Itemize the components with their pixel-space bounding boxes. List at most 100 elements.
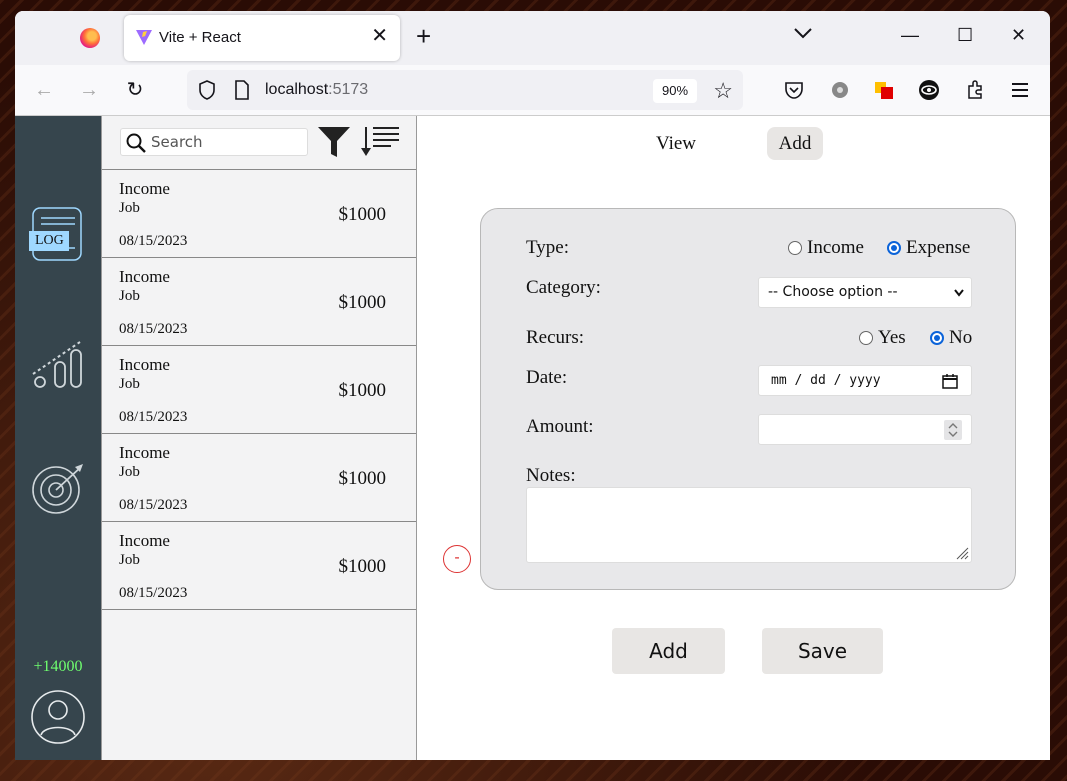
- transaction-amount: $1000: [338, 292, 387, 313]
- close-tab-icon[interactable]: ✕: [371, 26, 388, 46]
- pocket-icon[interactable]: [783, 79, 805, 101]
- transaction-category: Job: [119, 552, 140, 568]
- transaction-category: Job: [119, 288, 140, 304]
- amount-label: Amount:: [526, 416, 594, 437]
- transaction-category: Job: [119, 376, 140, 392]
- number-stepper-icon[interactable]: [944, 420, 962, 440]
- transaction-amount: $1000: [338, 556, 387, 577]
- sidebar-rail: LOG +14000: [15, 116, 101, 760]
- amount-input[interactable]: [758, 414, 972, 445]
- transaction-list-pane: Income Job $1000 08/15/2023 Income Job $…: [101, 116, 417, 760]
- date-label: Date:: [526, 367, 568, 388]
- add-button[interactable]: Add: [612, 628, 725, 674]
- type-expense-radio[interactable]: Expense: [887, 237, 970, 259]
- zoom-level[interactable]: 90%: [653, 79, 697, 103]
- transaction-amount: $1000: [338, 380, 387, 401]
- tab-add[interactable]: Add: [767, 127, 823, 160]
- user-avatar-icon[interactable]: [30, 689, 86, 745]
- transaction-amount: $1000: [338, 204, 387, 225]
- radio-indicator: [930, 331, 944, 345]
- extension-squares-icon[interactable]: [873, 79, 895, 101]
- navigation-bar: ← → ↻ localhost:5173 90% ☆: [15, 65, 1050, 116]
- app-root: LOG +14000 Search Income Job $1000 08/15…: [15, 116, 1050, 760]
- transaction-row[interactable]: Income Job $1000 08/15/2023: [102, 258, 416, 346]
- transaction-date: 08/15/2023: [119, 233, 188, 249]
- vite-icon: [136, 30, 152, 45]
- url-text[interactable]: localhost:5173: [265, 81, 368, 99]
- balance-total: +14000: [33, 658, 83, 675]
- recurs-no-radio[interactable]: No: [930, 327, 972, 349]
- resize-handle-icon[interactable]: [955, 546, 969, 560]
- radio-indicator: [859, 331, 873, 345]
- notes-textarea[interactable]: [526, 487, 972, 563]
- transaction-type: Income: [119, 443, 170, 462]
- radio-label: Income: [807, 237, 864, 258]
- date-input[interactable]: mm / dd / yyyy: [758, 365, 972, 396]
- type-income-radio[interactable]: Income: [788, 237, 864, 259]
- transaction-date: 08/15/2023: [119, 321, 188, 337]
- radio-label: Expense: [906, 237, 971, 258]
- transaction-date: 08/15/2023: [119, 409, 188, 425]
- shield-icon[interactable]: [198, 80, 216, 100]
- transaction-amount: $1000: [338, 468, 387, 489]
- menu-icon[interactable]: [1009, 79, 1031, 101]
- radio-label: No: [949, 327, 973, 348]
- transaction-date: 08/15/2023: [119, 585, 188, 601]
- add-transaction-form: Type: Income Expense Category: -- Choose…: [480, 208, 1016, 590]
- main-panel: View Add Type: Income Expense Category: …: [417, 116, 1050, 760]
- chevron-down-icon[interactable]: [793, 27, 813, 39]
- browser-tab[interactable]: Vite + React ✕: [124, 15, 400, 61]
- category-selected-value: -- Choose option --: [768, 284, 898, 300]
- forward-icon[interactable]: →: [78, 79, 100, 101]
- radio-indicator: [887, 241, 901, 255]
- list-header: [102, 116, 416, 170]
- date-placeholder: mm / dd / yyyy: [771, 373, 881, 388]
- transaction-row[interactable]: Income Job $1000 08/15/2023: [102, 522, 416, 610]
- new-tab-icon[interactable]: +: [416, 23, 431, 49]
- notes-label: Notes:: [526, 465, 576, 486]
- type-label: Type:: [526, 237, 569, 258]
- url-bar[interactable]: localhost:5173 90% ☆: [187, 70, 743, 110]
- tab-strip: Vite + React ✕ + — ☐ ✕: [15, 11, 1050, 65]
- search-input[interactable]: [151, 133, 301, 151]
- extensions-puzzle-icon[interactable]: [964, 79, 986, 101]
- transaction-date: 08/15/2023: [119, 497, 188, 513]
- transaction-category: Job: [119, 200, 140, 216]
- transaction-row[interactable]: Income Job $1000 08/15/2023: [102, 170, 416, 258]
- chevron-down-icon: [954, 289, 964, 297]
- radio-label: Yes: [878, 327, 906, 348]
- extension-gear-icon[interactable]: [829, 79, 851, 101]
- transaction-type: Income: [119, 531, 170, 550]
- goals-target-icon[interactable]: [31, 461, 85, 515]
- stats-chart-icon[interactable]: [30, 336, 86, 390]
- save-button[interactable]: Save: [762, 628, 883, 674]
- search-box[interactable]: [120, 128, 308, 156]
- recurs-label: Recurs:: [526, 327, 585, 348]
- browser-window: Vite + React ✕ + — ☐ ✕ ← → ↻ localhost:5…: [15, 11, 1050, 760]
- search-icon: [126, 133, 146, 153]
- calendar-icon[interactable]: [942, 373, 958, 389]
- remove-entry-button[interactable]: -: [443, 545, 471, 573]
- sort-icon[interactable]: [361, 124, 401, 158]
- reload-icon[interactable]: ↻: [124, 79, 146, 101]
- tab-title: Vite + React: [159, 29, 241, 46]
- transaction-type: Income: [119, 267, 170, 286]
- log-nav-button[interactable]: LOG: [29, 206, 85, 262]
- close-window-icon[interactable]: ✕: [1011, 25, 1026, 46]
- back-icon[interactable]: ←: [33, 79, 55, 101]
- maximize-icon[interactable]: ☐: [957, 25, 973, 46]
- log-label: LOG: [35, 233, 64, 248]
- minimize-icon[interactable]: —: [901, 25, 919, 46]
- radio-indicator: [788, 241, 802, 255]
- recurs-yes-radio[interactable]: Yes: [859, 327, 906, 349]
- page-icon[interactable]: [234, 80, 250, 100]
- bookmark-star-icon[interactable]: ☆: [713, 78, 733, 104]
- transaction-row[interactable]: Income Job $1000 08/15/2023: [102, 346, 416, 434]
- transaction-type: Income: [119, 355, 170, 374]
- transaction-category: Job: [119, 464, 140, 480]
- extension-eye-icon[interactable]: [918, 79, 940, 101]
- tab-view[interactable]: View: [645, 127, 707, 160]
- filter-funnel-icon[interactable]: [317, 126, 351, 158]
- category-select[interactable]: -- Choose option --: [758, 277, 972, 308]
- transaction-row[interactable]: Income Job $1000 08/15/2023: [102, 434, 416, 522]
